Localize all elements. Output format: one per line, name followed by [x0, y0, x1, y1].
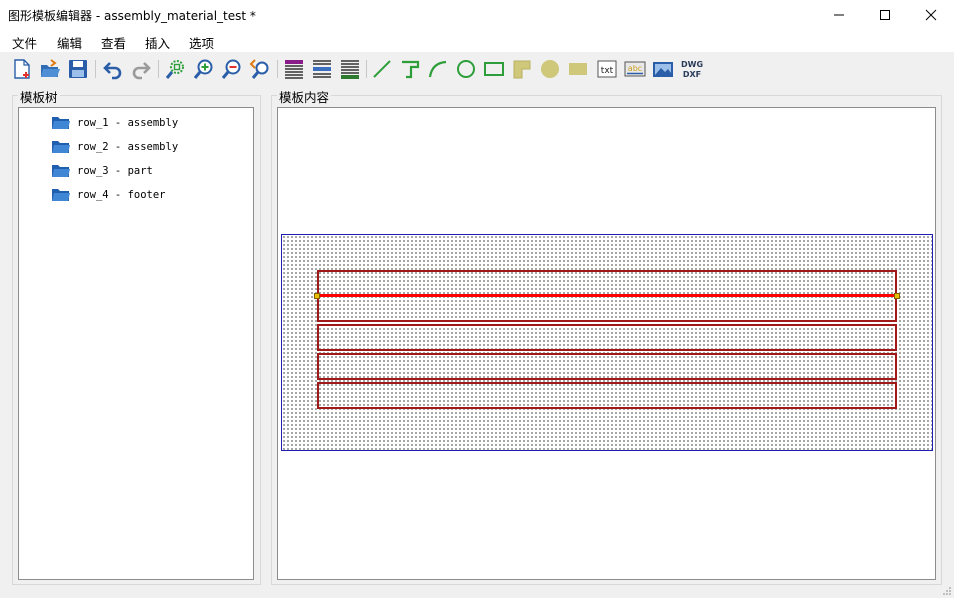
- circle-tool-icon: [457, 60, 475, 78]
- table-button[interactable]: [282, 57, 306, 81]
- table-icon: [285, 60, 303, 79]
- folder-icon: [52, 165, 70, 177]
- filled-polygon-button[interactable]: [510, 57, 534, 81]
- filled-rectangle-button[interactable]: [566, 57, 590, 81]
- menu-view[interactable]: 查看: [101, 33, 126, 52]
- menu-insert[interactable]: 插入: [145, 33, 170, 52]
- tree-item-row-3[interactable]: row_3 - part: [51, 162, 153, 180]
- line-tool-button[interactable]: [370, 57, 394, 81]
- title-bar: 图形模板编辑器 - assembly_material_test *: [0, 0, 954, 30]
- new-file-button[interactable]: [10, 57, 34, 81]
- menu-bar: 文件 编辑 查看 插入 选项: [0, 30, 954, 52]
- row-4-rect[interactable]: [317, 382, 897, 409]
- window-title: 图形模板编辑器 - assembly_material_test *: [8, 9, 256, 23]
- zoom-in-icon: [193, 59, 213, 79]
- line-tool-icon: [373, 60, 391, 78]
- filled-circle-button[interactable]: [538, 57, 562, 81]
- text-tool-label: txt: [601, 66, 614, 76]
- zoom-previous-icon: [249, 59, 269, 79]
- save-icon: [69, 60, 87, 78]
- image-tool-icon: [653, 62, 673, 77]
- tree-item-row-2[interactable]: row_2 - assembly: [51, 138, 178, 156]
- selected-line[interactable]: [317, 294, 897, 297]
- row-3-rect[interactable]: [317, 353, 897, 380]
- filled-circle-icon: [541, 60, 559, 78]
- folder-icon: [52, 117, 70, 129]
- folder-icon: [52, 141, 70, 153]
- tree-item-label: row_4 - footer: [77, 189, 166, 201]
- image-tool-button[interactable]: [651, 57, 675, 81]
- dwg-label: DWG: [681, 60, 703, 69]
- zoom-in-button[interactable]: [192, 57, 216, 81]
- arc-tool-icon: [428, 60, 447, 78]
- table-header-icon: [313, 60, 331, 78]
- folder-icon: [52, 189, 70, 201]
- row-2-rect[interactable]: [317, 324, 897, 351]
- menu-edit[interactable]: 编辑: [57, 33, 82, 52]
- selection-handle-right[interactable]: [894, 293, 900, 299]
- text-tool-button[interactable]: txt: [595, 57, 619, 81]
- redo-button[interactable]: [129, 57, 153, 81]
- label-text-button[interactable]: abc: [623, 57, 647, 81]
- minimize-button[interactable]: [816, 0, 862, 30]
- content-panel-title: 模板内容: [277, 87, 332, 106]
- tree-item-label: row_2 - assembly: [77, 141, 179, 153]
- label-text-icon: abc: [624, 61, 646, 77]
- resize-grip-icon[interactable]: [942, 586, 952, 596]
- rectangle-tool-button[interactable]: [482, 57, 506, 81]
- undo-icon: [103, 62, 122, 80]
- menu-options[interactable]: 选项: [189, 33, 214, 52]
- tree-item-label: row_3 - part: [77, 165, 153, 177]
- polyline-tool-icon: [402, 60, 420, 79]
- circle-tool-button[interactable]: [454, 57, 478, 81]
- open-file-button[interactable]: [38, 57, 62, 81]
- dxf-label: DXF: [683, 70, 701, 79]
- maximize-button[interactable]: [862, 0, 908, 30]
- selection-handle-left[interactable]: [314, 293, 320, 299]
- dwg-dxf-button[interactable]: DWG DXF: [679, 57, 705, 81]
- tree-panel-title: 模板树: [18, 87, 60, 106]
- toolbar: txt abc DWG DXF: [0, 52, 954, 86]
- zoom-fit-button[interactable]: [164, 57, 188, 81]
- table-header-button[interactable]: [310, 57, 334, 81]
- template-frame[interactable]: [281, 234, 933, 451]
- zoom-previous-button[interactable]: [248, 57, 272, 81]
- zoom-fit-icon: [165, 60, 184, 79]
- zoom-out-icon: [221, 59, 241, 79]
- redo-icon: [132, 62, 151, 80]
- undo-button[interactable]: [101, 57, 125, 81]
- template-canvas[interactable]: [277, 107, 936, 580]
- new-file-icon: [14, 59, 30, 79]
- template-tree[interactable]: row_1 - assembly row_2 - assembly row_3 …: [18, 107, 254, 580]
- open-folder-icon: [41, 59, 60, 77]
- rectangle-tool-icon: [484, 62, 504, 76]
- close-icon: [925, 9, 937, 21]
- text-tool-icon: txt: [597, 60, 617, 78]
- label-text-label: abc: [628, 64, 642, 73]
- menu-file[interactable]: 文件: [12, 33, 37, 52]
- tree-item-label: row_1 - assembly: [77, 117, 179, 129]
- filled-rectangle-icon: [569, 63, 587, 75]
- tree-item-row-1[interactable]: row_1 - assembly: [51, 114, 178, 132]
- close-button[interactable]: [908, 0, 954, 30]
- polyline-tool-button[interactable]: [398, 57, 422, 81]
- tree-item-row-4[interactable]: row_4 - footer: [51, 186, 166, 204]
- minimize-icon: [834, 14, 844, 16]
- table-grid-icon: [341, 60, 359, 79]
- dwg-dxf-icon: DWG DXF: [681, 60, 703, 79]
- save-button[interactable]: [66, 57, 90, 81]
- table-grid-button[interactable]: [338, 57, 362, 81]
- filled-polygon-icon: [513, 60, 531, 79]
- zoom-out-button[interactable]: [220, 57, 244, 81]
- maximize-icon: [880, 10, 890, 20]
- arc-tool-button[interactable]: [426, 57, 450, 81]
